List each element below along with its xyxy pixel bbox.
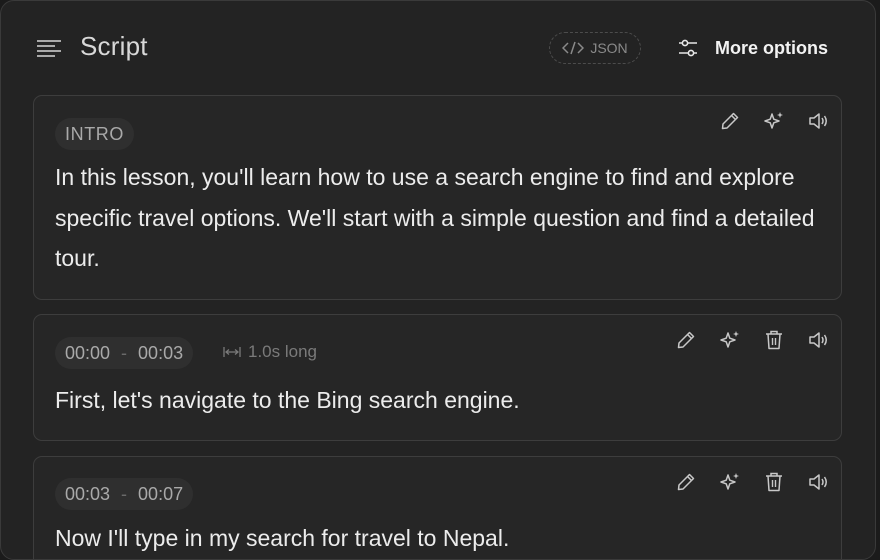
segment-text[interactable]: In this lesson, you'll learn how to use … — [55, 157, 823, 279]
more-options-button[interactable]: More options — [677, 34, 828, 62]
duration-info: 1.0s long — [222, 342, 317, 362]
sliders-icon — [679, 39, 697, 57]
pencil-icon[interactable] — [675, 329, 697, 351]
expand-horizontal-icon — [223, 347, 241, 357]
start-time: 00:00 — [65, 342, 111, 363]
time-separator: - — [121, 342, 128, 363]
sparkles-icon[interactable] — [763, 110, 785, 132]
more-options-label: More options — [715, 37, 828, 58]
script-header: Script JSON More options — [1, 1, 875, 95]
segment-card-intro[interactable]: INTRO In this lesson, you'll learn how t… — [33, 95, 842, 300]
sparkles-icon[interactable] — [719, 471, 741, 493]
segment-text[interactable]: First, let's navigate to the Bing search… — [55, 380, 823, 421]
speaker-icon[interactable] — [807, 471, 829, 493]
pencil-icon[interactable] — [675, 471, 697, 493]
start-time: 00:03 — [65, 483, 111, 504]
duration-label: 1.0s long — [248, 342, 317, 361]
end-time: 00:07 — [138, 483, 184, 504]
segment-actions — [719, 110, 829, 132]
script-panel: Script JSON More options INTRO In this l… — [0, 0, 876, 560]
timestamp-range[interactable]: 00:03 - 00:07 — [55, 478, 194, 510]
page-title: Script — [80, 31, 148, 61]
end-time: 00:03 — [138, 342, 184, 363]
menu-lines-icon[interactable] — [36, 38, 62, 58]
trash-icon[interactable] — [763, 329, 785, 351]
timestamp-range[interactable]: 00:00 - 00:03 — [55, 337, 194, 369]
code-icon — [562, 41, 585, 55]
segment-text[interactable]: Now I'll type in my search for travel to… — [55, 518, 823, 559]
segment-actions — [675, 329, 829, 351]
json-button[interactable]: JSON — [549, 32, 641, 64]
trash-icon[interactable] — [763, 471, 785, 493]
json-button-label: JSON — [590, 40, 628, 56]
segment-card[interactable]: 00:00 - 00:03 1.0s long First, let's nav… — [33, 314, 842, 441]
segment-card[interactable]: 00:03 - 00:07 Now I'll type in my search… — [33, 456, 842, 559]
speaker-icon[interactable] — [807, 110, 829, 132]
pencil-icon[interactable] — [719, 110, 741, 132]
segment-actions — [675, 471, 829, 493]
speaker-icon[interactable] — [807, 329, 829, 351]
sparkles-icon[interactable] — [719, 329, 741, 351]
intro-tag: INTRO — [55, 118, 134, 150]
time-separator: - — [121, 483, 128, 504]
